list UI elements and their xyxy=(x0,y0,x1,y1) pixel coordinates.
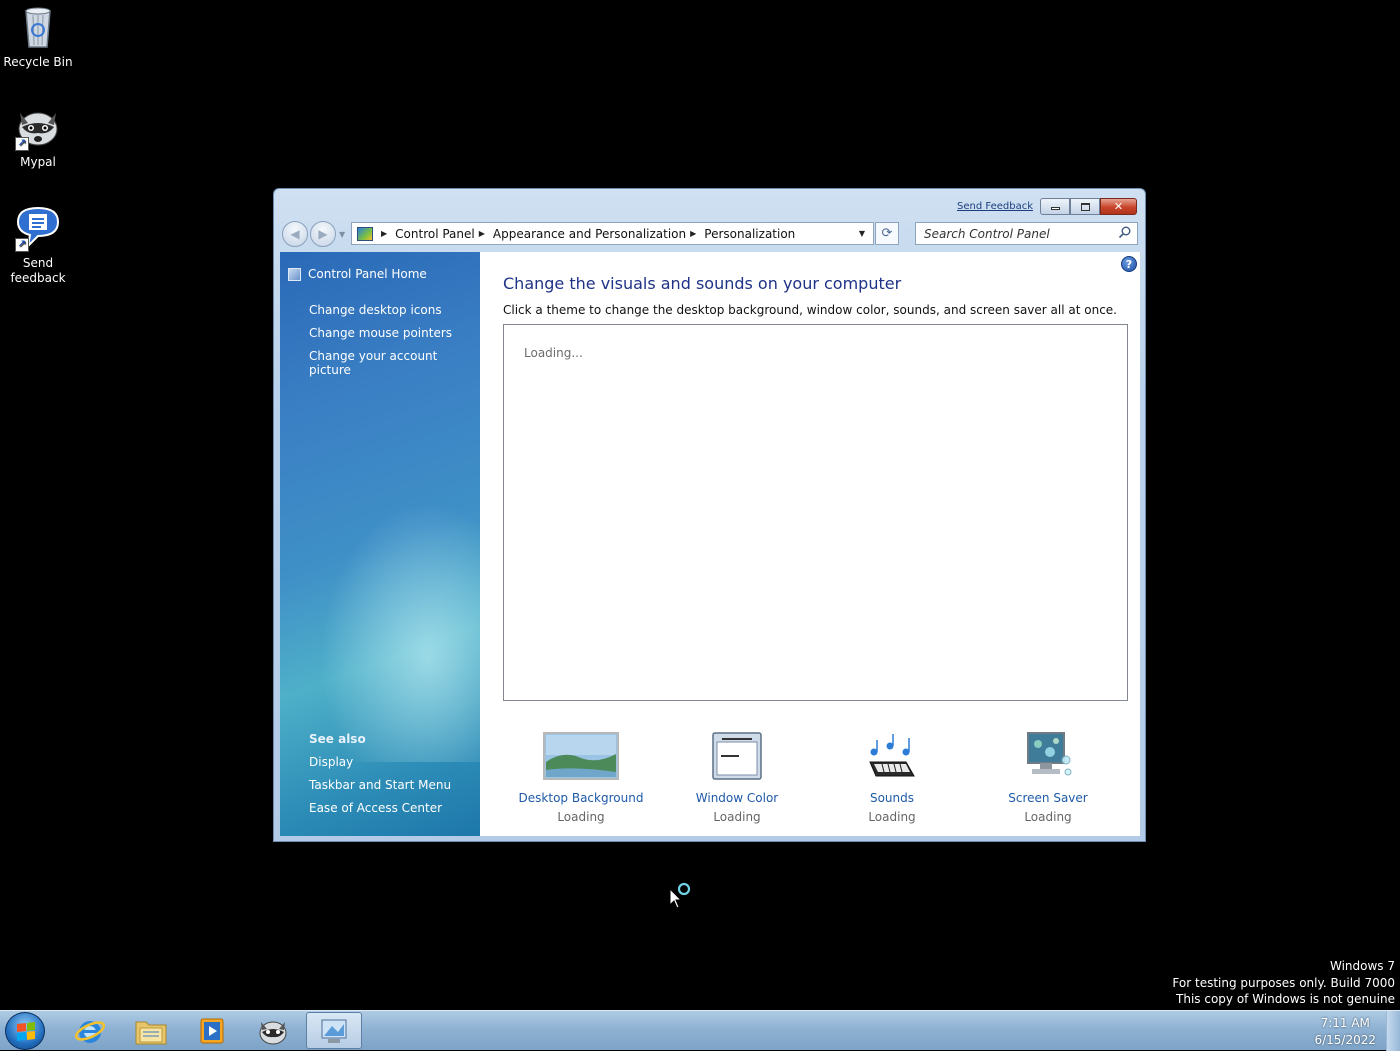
shortcut-arrow-icon: ↗ xyxy=(15,137,29,151)
windows-logo-icon xyxy=(17,1022,35,1041)
desktop-icon-send-feedback[interactable]: ↗ Send feedback xyxy=(0,204,76,286)
mypal-raccoon-icon: ↗ xyxy=(14,103,62,151)
start-button[interactable] xyxy=(5,1012,45,1050)
window-color-tile[interactable]: Window Color Loading xyxy=(667,732,807,824)
show-desktop-button[interactable] xyxy=(1386,1011,1400,1051)
page-description: Click a theme to change the desktop back… xyxy=(503,303,1117,317)
desktop: Recycle Bin ↗ Mypal ↗ Send feedback Send… xyxy=(0,0,1400,1010)
breadcrumb-appearance[interactable]: Appearance and Personalization xyxy=(493,227,686,241)
media-player-icon xyxy=(200,1018,224,1043)
clock-date: 6/15/2022 xyxy=(1314,1033,1376,1047)
tile-status: Loading xyxy=(713,810,761,824)
desktop-icon-recycle-bin[interactable]: Recycle Bin xyxy=(0,3,76,70)
send-feedback-link[interactable]: Send Feedback xyxy=(957,201,1033,212)
control-panel-icon xyxy=(321,1019,347,1043)
desktop-icon-label: Send feedback xyxy=(10,256,66,285)
maximize-button[interactable] xyxy=(1070,198,1100,215)
taskbar-windows-explorer[interactable] xyxy=(123,1012,179,1049)
breadcrumb-separator-icon[interactable]: ▶ xyxy=(690,229,696,238)
desktop-icon-mypal[interactable]: ↗ Mypal xyxy=(0,103,76,170)
watermark-os: Windows 7 xyxy=(1329,959,1395,973)
watermark-build: For testing purposes only. Build 7000 xyxy=(1172,975,1395,990)
personalization-content: ? Change the visuals and sounds on your … xyxy=(480,252,1140,836)
search-input[interactable]: Search Control Panel xyxy=(915,222,1138,245)
themes-loading-text: Loading... xyxy=(524,346,583,360)
screen-saver-tile[interactable]: Screen Saver Loading xyxy=(978,732,1118,824)
taskbar-control-panel[interactable] xyxy=(306,1012,362,1049)
taskbar-mypal[interactable] xyxy=(245,1012,301,1049)
desktop-background-tile[interactable]: Desktop Background Loading xyxy=(511,732,651,824)
display-link[interactable]: Display xyxy=(309,755,353,769)
theme-list[interactable]: Loading... xyxy=(503,324,1128,701)
internet-explorer-icon xyxy=(74,1020,106,1043)
windows-explorer-icon xyxy=(135,1021,167,1044)
address-dropdown-button[interactable]: ▼ xyxy=(851,223,873,244)
tile-label[interactable]: Window Color xyxy=(667,791,807,805)
search-placeholder: Search Control Panel xyxy=(924,227,1050,241)
tile-label[interactable]: Desktop Background xyxy=(511,791,651,805)
control-panel-home-icon xyxy=(288,268,301,281)
change-mouse-pointers-link[interactable]: Change mouse pointers xyxy=(309,326,452,340)
ease-of-access-link[interactable]: Ease of Access Center xyxy=(309,801,442,815)
sounds-icon xyxy=(854,732,930,780)
clock-time: 7:11 AM xyxy=(1320,1016,1370,1030)
window-titlebar[interactable]: Send Feedback ✕ xyxy=(274,189,1145,219)
taskbar: 7:11 AM 6/15/2022 xyxy=(0,1010,1400,1051)
screen-saver-icon xyxy=(1010,732,1086,780)
back-button[interactable]: ◀ xyxy=(282,221,308,247)
taskbar-start-menu-link[interactable]: Taskbar and Start Menu xyxy=(309,778,451,792)
tile-label[interactable]: Sounds xyxy=(822,791,962,805)
send-feedback-icon: ↗ xyxy=(14,204,62,252)
window-color-icon xyxy=(699,732,775,780)
system-clock[interactable]: 7:11 AM 6/15/2022 xyxy=(1314,1015,1376,1049)
busy-cursor-icon xyxy=(669,881,693,913)
address-bar[interactable]: ▶ Control Panel ▶ Appearance and Persona… xyxy=(351,222,874,245)
minimize-button[interactable] xyxy=(1040,198,1070,215)
change-account-picture-link[interactable]: Change your account picture xyxy=(309,349,480,377)
page-title: Change the visuals and sounds on your co… xyxy=(503,274,902,293)
tile-status: Loading xyxy=(557,810,605,824)
tile-label[interactable]: Screen Saver xyxy=(978,791,1118,805)
close-button[interactable]: ✕ xyxy=(1100,198,1137,215)
watermark-genuine: This copy of Windows is not genuine xyxy=(1176,992,1395,1006)
refresh-icon: ⟳ xyxy=(881,226,893,241)
tile-status: Loading xyxy=(1024,810,1072,824)
personalization-window[interactable]: Send Feedback ✕ ◀ ▶ ▼ ▶ Control Panel ▶ … xyxy=(273,188,1146,842)
sounds-tile[interactable]: Sounds Loading xyxy=(822,732,962,824)
help-icon[interactable]: ? xyxy=(1121,256,1137,272)
shortcut-arrow-icon: ↗ xyxy=(15,238,29,252)
desktop-background-icon xyxy=(543,732,619,780)
breadcrumb-control-panel[interactable]: Control Panel xyxy=(395,227,475,241)
taskbar-media-player[interactable] xyxy=(184,1012,240,1049)
forward-arrow-icon: ▶ xyxy=(318,227,328,241)
minimize-icon xyxy=(1050,207,1060,210)
close-icon: ✕ xyxy=(1113,200,1124,213)
task-pane: Control Panel Home Change desktop icons … xyxy=(280,252,500,836)
mypal-icon xyxy=(259,1021,287,1044)
recycle-bin-icon xyxy=(14,3,62,51)
chevron-down-icon: ▼ xyxy=(858,229,866,238)
navigation-bar: ◀ ▶ ▼ ▶ Control Panel ▶ Appearance and P… xyxy=(274,221,1145,249)
see-also-heading: See also xyxy=(309,732,366,746)
tile-status: Loading xyxy=(868,810,916,824)
forward-button[interactable]: ▶ xyxy=(310,221,336,247)
breadcrumb-separator-icon[interactable]: ▶ xyxy=(381,229,387,238)
refresh-button[interactable]: ⟳ xyxy=(875,222,899,245)
back-arrow-icon: ◀ xyxy=(290,227,300,241)
search-icon[interactable] xyxy=(1118,226,1131,239)
change-desktop-icons-link[interactable]: Change desktop icons xyxy=(309,303,442,317)
taskbar-internet-explorer[interactable] xyxy=(62,1012,118,1049)
windows-watermark: Windows 7 For testing purposes only. Bui… xyxy=(1172,958,1395,1008)
breadcrumb-personalization[interactable]: Personalization xyxy=(704,227,795,241)
recent-pages-dropdown[interactable]: ▼ xyxy=(339,230,345,239)
control-panel-icon xyxy=(357,226,373,241)
maximize-icon xyxy=(1080,202,1090,211)
breadcrumb-separator-icon[interactable]: ▶ xyxy=(479,229,485,238)
control-panel-home-link[interactable]: Control Panel Home xyxy=(308,267,427,281)
desktop-icon-label: Mypal xyxy=(20,155,56,169)
desktop-icon-label: Recycle Bin xyxy=(3,55,73,69)
